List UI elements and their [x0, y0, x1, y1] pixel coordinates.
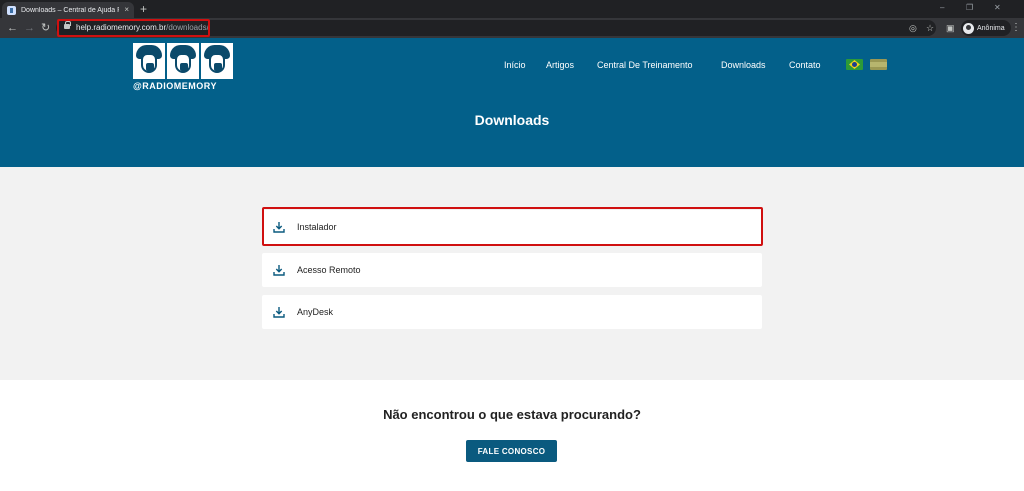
- download-icon: [273, 265, 285, 276]
- help-heading: Não encontrou o que estava procurando?: [383, 407, 641, 422]
- browser-tab-bar: Downloads – Central de Ajuda R × + – ❐ ✕: [0, 0, 1024, 18]
- side-panel-icon[interactable]: ▣: [946, 21, 955, 35]
- page-title: Downloads: [474, 112, 550, 128]
- url-highlight-box: [57, 19, 210, 37]
- download-item-label: Acesso Remoto: [297, 265, 361, 275]
- site-header: @RADIOMEMORY Início Artigos Central De T…: [0, 38, 1024, 167]
- nav-central-treinamento[interactable]: Central De Treinamento: [597, 59, 693, 71]
- help-section: Não encontrou o que estava procurando? F…: [0, 380, 1024, 491]
- restore-icon[interactable]: ❐: [966, 2, 973, 14]
- favicon-icon: [7, 5, 16, 15]
- profile-button[interactable]: Anônima: [961, 20, 1011, 36]
- back-icon[interactable]: ←: [7, 21, 18, 35]
- new-tab-button[interactable]: +: [140, 2, 147, 16]
- forward-icon[interactable]: →: [24, 21, 35, 35]
- browser-menu-icon[interactable]: ⋮: [1011, 21, 1021, 35]
- tab-title: Downloads – Central de Ajuda R: [21, 6, 120, 14]
- brazil-flag-icon[interactable]: [846, 59, 863, 70]
- download-icon: [273, 307, 285, 318]
- download-item-acesso-remoto[interactable]: Acesso Remoto: [262, 253, 762, 287]
- tab-close-icon[interactable]: ×: [124, 6, 129, 14]
- download-item-anydesk[interactable]: AnyDesk: [262, 295, 762, 329]
- profile-label: Anônima: [977, 24, 1005, 32]
- reload-icon[interactable]: ↻: [41, 21, 50, 35]
- contact-button[interactable]: FALE CONOSCO: [466, 440, 557, 462]
- close-window-icon[interactable]: ✕: [994, 2, 1001, 14]
- bookmark-star-icon[interactable]: ☆: [926, 21, 934, 35]
- incognito-icon: [963, 22, 974, 34]
- minimize-icon[interactable]: –: [940, 2, 944, 14]
- browser-tab[interactable]: Downloads – Central de Ajuda R ×: [2, 2, 134, 18]
- nav-downloads[interactable]: Downloads: [721, 59, 766, 71]
- spain-flag-icon[interactable]: [870, 59, 887, 70]
- download-item-label: AnyDesk: [297, 307, 334, 317]
- nav-inicio[interactable]: Início: [504, 59, 526, 71]
- instalador-highlight-box: [262, 207, 763, 246]
- logo-text: @RADIOMEMORY: [133, 81, 217, 91]
- nav-artigos[interactable]: Artigos: [546, 59, 574, 71]
- nav-contato[interactable]: Contato: [789, 59, 821, 71]
- eye-off-icon[interactable]: ◎: [909, 21, 917, 35]
